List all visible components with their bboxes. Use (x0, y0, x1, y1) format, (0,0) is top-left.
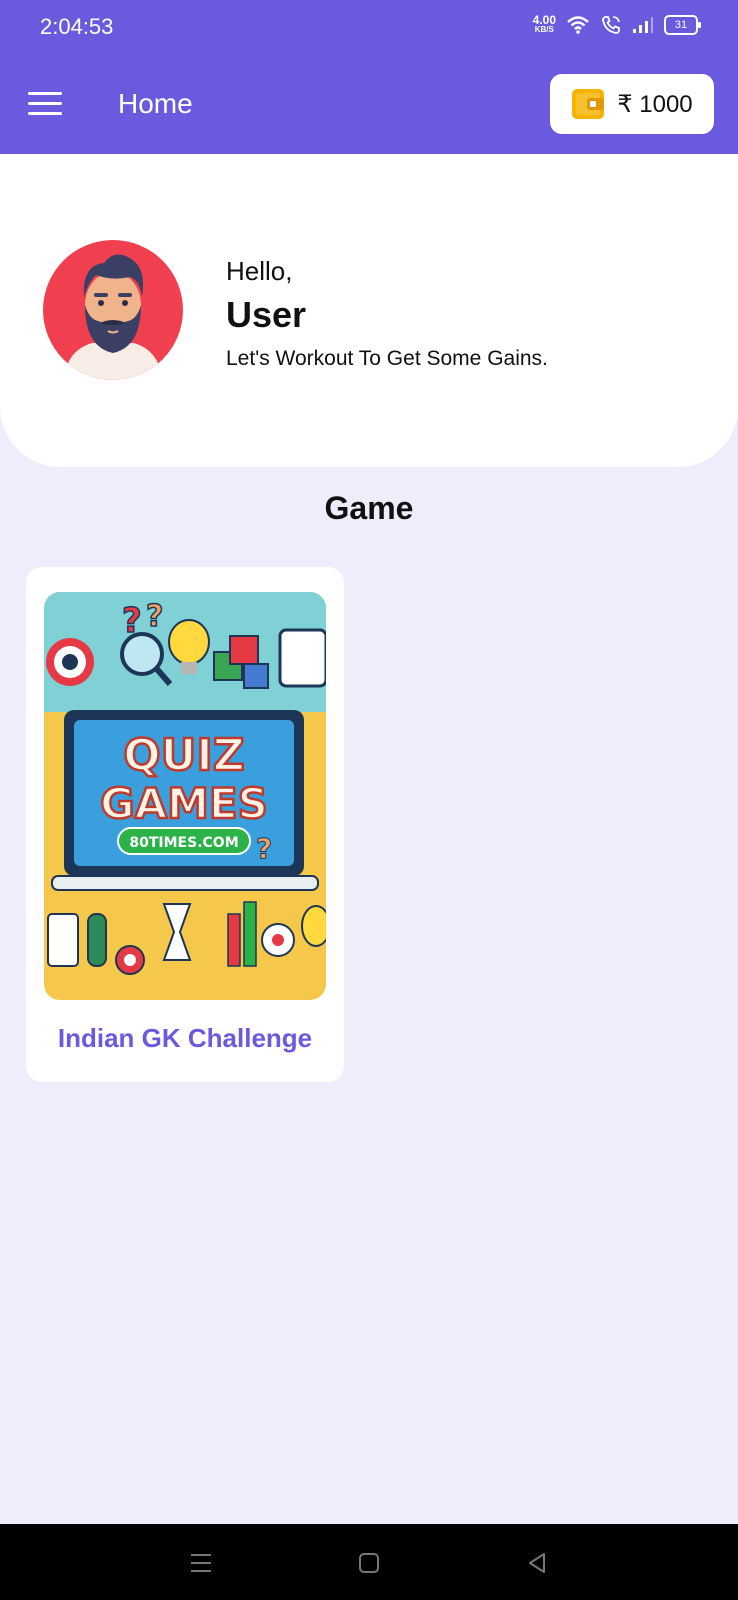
thumb-title-line2: GAMES (100, 779, 268, 828)
battery-level: 31 (674, 19, 688, 31)
thumb-title-line1: QUIZ (123, 730, 244, 781)
svg-text:?: ? (122, 601, 142, 641)
home-icon[interactable] (354, 1548, 384, 1578)
status-bar: 2:04:53 4.00 KB/S 31 (0, 0, 738, 56)
greeting-text: Hello, (226, 256, 293, 286)
system-nav-bar (0, 1524, 738, 1600)
hamburger-menu-icon[interactable] (28, 92, 62, 118)
wallet-balance-button[interactable]: ₹ 1000 (550, 74, 714, 134)
game-title: Indian GK Challenge (57, 1023, 313, 1053)
status-icons: 4.00 KB/S 31 (532, 13, 701, 36)
game-thumbnail: ? ? QUIZ GAMES 80TIMES.COM ? (44, 592, 326, 1000)
tagline: Let's Workout To Get Some Gains. (226, 347, 548, 370)
signal-icon (633, 17, 653, 33)
svg-text:?: ? (146, 599, 163, 634)
net-speed-unit: KB/S (534, 25, 554, 34)
back-icon[interactable] (522, 1548, 552, 1578)
avatar (43, 240, 183, 380)
user-name: User (226, 294, 307, 335)
net-speed: 4.00 KB/S (532, 13, 556, 35)
game-card[interactable]: ? ? QUIZ GAMES 80TIMES.COM ? Indian GK C… (26, 567, 344, 1082)
wifi-icon (567, 16, 589, 34)
battery-icon: 31 (664, 15, 701, 35)
wifi-call-icon (602, 16, 620, 34)
recent-apps-icon[interactable] (186, 1548, 216, 1578)
net-speed-value: 4.00 (532, 13, 556, 27)
svg-text:?: ? (256, 832, 272, 865)
status-time: 2:04:53 (40, 14, 114, 39)
page-title: Home (118, 88, 193, 119)
section-title: Game (324, 490, 414, 526)
thumb-badge: 80TIMES.COM (129, 835, 238, 851)
wallet-amount: ₹ 1000 (617, 90, 693, 118)
app-bar: Home ₹ 1000 (0, 56, 738, 154)
wallet-icon (572, 89, 605, 119)
profile-card: Hello, User Let's Workout To Get Some Ga… (0, 154, 738, 467)
